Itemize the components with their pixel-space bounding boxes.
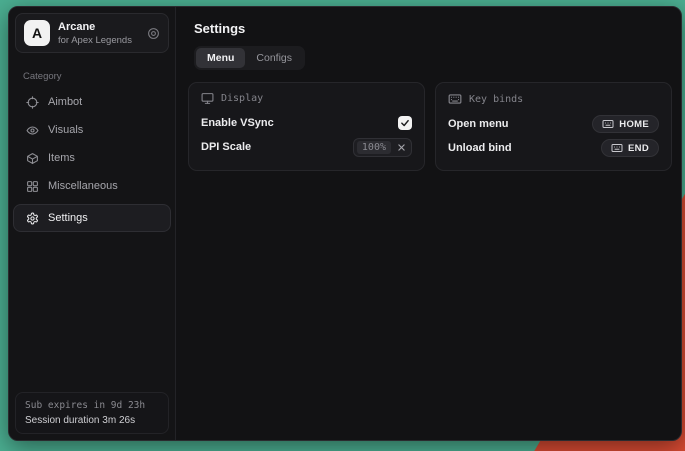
open-menu-key: HOME	[619, 119, 649, 130]
eye-icon	[26, 124, 39, 137]
app-window: A Arcane for Apex Legends Category Aimbo…	[8, 6, 682, 441]
keyboard-icon	[611, 142, 623, 154]
sidebar-item-visuals[interactable]: Visuals	[13, 116, 171, 144]
sidebar-nav: Aimbot Visuals Items Miscellaneous	[9, 88, 175, 232]
brand-card: A Arcane for Apex Legends	[15, 13, 169, 53]
unload-keybind-button[interactable]: END	[601, 139, 659, 157]
sidebar: A Arcane for Apex Legends Category Aimbo…	[9, 7, 176, 440]
display-card: Display Enable VSync DPI Scale 100%	[188, 82, 425, 171]
keybinds-card-title: Key binds	[469, 94, 523, 105]
vsync-checkbox[interactable]	[398, 116, 412, 130]
tab-menu[interactable]: Menu	[196, 48, 245, 68]
tab-configs[interactable]: Configs	[245, 48, 303, 68]
sidebar-item-settings[interactable]: Settings	[13, 204, 171, 232]
keyboard-icon	[448, 92, 462, 106]
sidebar-item-label: Aimbot	[48, 96, 82, 108]
sidebar-item-label: Items	[48, 152, 75, 164]
grid-icon	[26, 180, 39, 193]
settings-tabbar: Menu Configs	[194, 46, 305, 70]
display-card-title: Display	[221, 93, 263, 104]
sidebar-item-label: Visuals	[48, 124, 83, 136]
category-label: Category	[23, 71, 161, 82]
target-icon[interactable]	[147, 27, 160, 40]
vsync-label: Enable VSync	[201, 117, 274, 129]
monitor-icon	[201, 92, 214, 105]
open-menu-keybind-button[interactable]: HOME	[592, 115, 659, 133]
cube-icon	[26, 152, 39, 165]
keyboard-icon	[602, 118, 614, 130]
sidebar-item-miscellaneous[interactable]: Miscellaneous	[13, 172, 171, 200]
dpi-scale-input[interactable]: 100%	[353, 138, 412, 157]
app-logo: A	[24, 20, 50, 46]
session-duration-text: Session duration 3m 26s	[25, 415, 159, 426]
page-title: Settings	[194, 21, 672, 36]
subscription-info-box: Sub expires in 9d 23h Session duration 3…	[15, 392, 169, 434]
keybinds-card: Key binds Open menu HOME Unload bind	[435, 82, 672, 171]
sidebar-item-aimbot[interactable]: Aimbot	[13, 88, 171, 116]
main-content: Settings Menu Configs Display Enable VSy…	[176, 7, 682, 440]
dpi-scale-label: DPI Scale	[201, 141, 251, 153]
brand-subtitle: for Apex Legends	[58, 35, 139, 46]
brand-title: Arcane	[58, 21, 139, 33]
clear-icon[interactable]	[397, 143, 406, 152]
sidebar-item-label: Miscellaneous	[48, 180, 118, 192]
sidebar-item-items[interactable]: Items	[13, 144, 171, 172]
dpi-scale-value: 100%	[357, 141, 391, 154]
crosshair-icon	[26, 96, 39, 109]
open-menu-label: Open menu	[448, 118, 509, 130]
gear-icon	[26, 212, 39, 225]
sub-expires-text: Sub expires in 9d 23h	[25, 400, 159, 411]
sidebar-item-label: Settings	[48, 212, 88, 224]
unload-bind-label: Unload bind	[448, 142, 512, 154]
unload-key: END	[628, 143, 649, 154]
